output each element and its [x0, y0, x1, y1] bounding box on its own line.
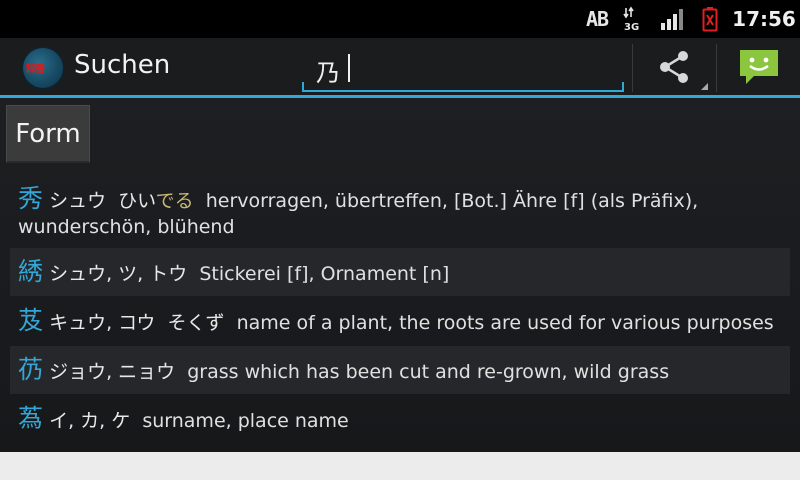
network-3g-icon: 3G [622, 0, 644, 38]
on-reading: キュウ, コウ [49, 312, 156, 334]
on-reading: シュウ [49, 190, 107, 212]
list-item[interactable]: 秀 シュウ ひいでる hervorragen, übertreffen, [Bo… [10, 180, 790, 242]
action-divider [632, 44, 633, 92]
overflow-indicator [701, 83, 708, 90]
meaning: name of a plant, the roots are used for … [236, 312, 774, 334]
search-input-value: 乃 [316, 59, 340, 87]
page-title: Suchen [74, 50, 171, 80]
on-reading: ジョウ, ニョウ [49, 361, 176, 383]
input-method-indicator: AB [585, 7, 609, 31]
clock: 17:56 [732, 7, 796, 31]
message-button[interactable] [718, 40, 800, 94]
meaning-continued: wunderschön, blühend [18, 216, 235, 238]
kanji-char: 秀 [18, 184, 44, 213]
search-input[interactable]: 乃 [302, 48, 624, 92]
kun-reading: ひい [118, 190, 156, 212]
on-reading: シュウ, ツ, トウ [49, 263, 188, 285]
meaning: Stickerei [f], Ornament [n] [199, 263, 450, 285]
kanji-char: 綉 [18, 257, 44, 286]
list-item[interactable]: 芨 キュウ, コウ そくず name of a plant, the roots… [10, 297, 790, 345]
meaning: hervorragen, übertreffen, [Bot.] Ähre [f… [205, 190, 699, 212]
list-item[interactable]: 蒍 イ, カ, ケ surname, place name [10, 395, 790, 443]
share-icon [660, 51, 688, 83]
kanji-char: 芨 [18, 306, 44, 335]
okurigana: でる [155, 190, 194, 212]
meaning: surname, place name [142, 410, 349, 432]
action-divider [716, 44, 717, 92]
message-icon [740, 50, 778, 84]
status-bar: AB 3G 17:56 [0, 0, 800, 38]
network-label: 3G [624, 22, 639, 32]
battery-icon [700, 0, 720, 38]
kun-reading: そくず [167, 312, 225, 334]
signal-strength-icon [658, 0, 688, 38]
form-button[interactable]: Form [6, 105, 90, 163]
share-button[interactable] [634, 40, 714, 94]
app-logo-icon[interactable]: 辞書 [22, 47, 64, 89]
kanji-char: 芿 [18, 355, 44, 384]
list-item[interactable]: 芿 ジョウ, ニョウ grass which has been cut and … [10, 346, 790, 394]
list-item[interactable]: 綉 シュウ, ツ, トウ Stickerei [f], Ornament [n] [10, 248, 790, 296]
bottom-area [0, 452, 800, 480]
kanji-char: 蒍 [18, 404, 44, 433]
meaning: grass which has been cut and re-grown, w… [187, 361, 670, 383]
text-cursor [348, 54, 350, 82]
on-reading: イ, カ, ケ [49, 410, 131, 432]
